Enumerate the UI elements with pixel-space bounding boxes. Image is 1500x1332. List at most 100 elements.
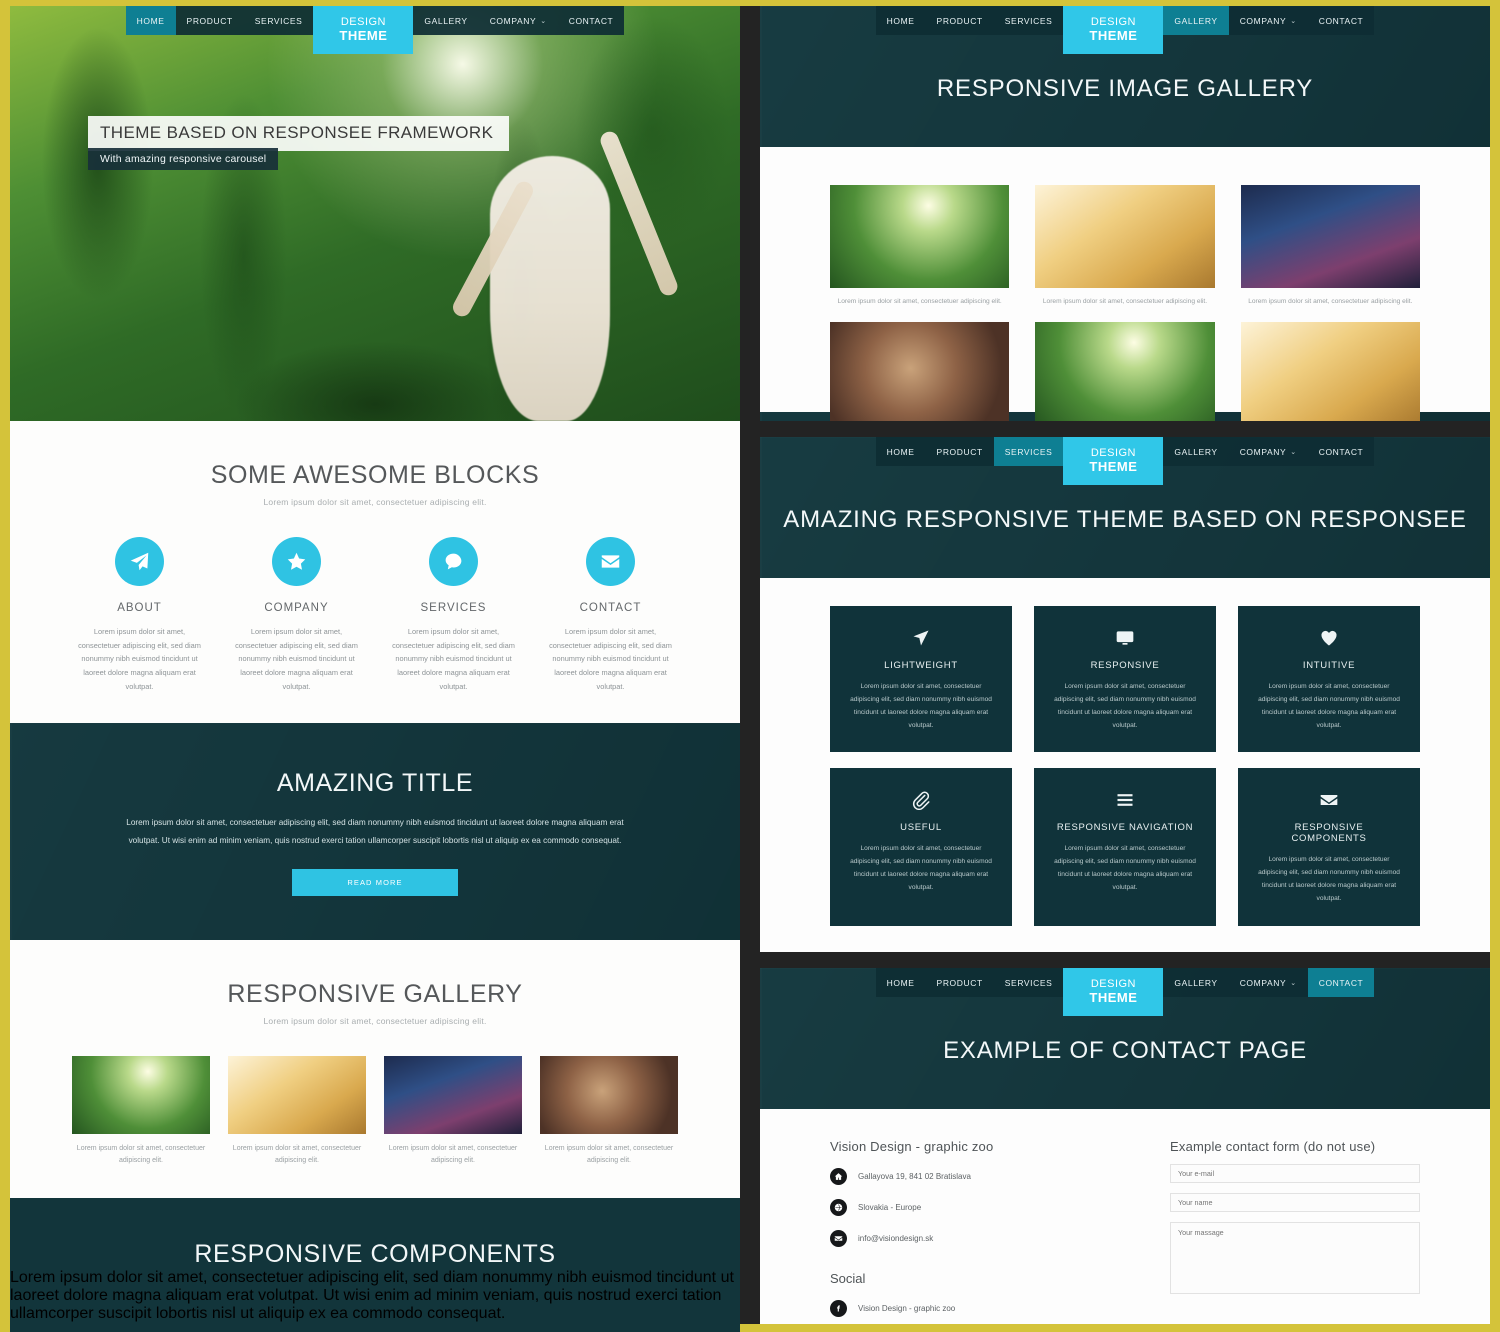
gallery-caption: Lorem ipsum dolor sit amet, consectetuer… [232, 1144, 362, 1165]
gallery-image-room[interactable] [1035, 185, 1215, 288]
gallery-item[interactable] [1240, 321, 1420, 421]
amazing-text: Lorem ipsum dolor sit amet, consectetuer… [126, 818, 624, 845]
contact-email-row[interactable]: info@visiondesign.sk [830, 1230, 1130, 1247]
gallery-item[interactable] [830, 321, 1010, 421]
gallery-caption: Lorem ipsum dolor sit amet, consectetuer… [837, 298, 1002, 305]
paper-plane-icon [115, 537, 164, 586]
main-navigation[interactable]: HOME PRODUCT SERVICES DESIGN THEME GALLE… [10, 6, 740, 54]
gallery-navigation[interactable]: HOME PRODUCT SERVICES DESIGN THEME GALLE… [760, 6, 1490, 54]
nav-item-contact[interactable]: CONTACT [1307, 968, 1375, 997]
gallery-image-forest[interactable] [830, 185, 1010, 288]
gallery-item[interactable]: Lorem ipsum dolor sit amet, consectetuer… [72, 1055, 210, 1168]
gallery-image-man[interactable] [540, 1055, 678, 1134]
nav-item-product[interactable]: PRODUCT [926, 6, 994, 35]
nav-item-gallery[interactable]: GALLERY [1163, 437, 1228, 466]
facebook-icon [830, 1300, 847, 1317]
site-logo[interactable]: DESIGN THEME [1063, 968, 1164, 1016]
awesome-blocks-section: SOME AWESOME BLOCKS Lorem ipsum dolor si… [10, 421, 740, 724]
gallery-image-man[interactable] [830, 321, 1010, 421]
message-field[interactable] [1170, 1222, 1420, 1294]
nav-item-services[interactable]: SERVICES [994, 968, 1064, 997]
right-page-previews: HOME PRODUCT SERVICES DESIGN THEME GALLE… [760, 6, 1490, 1324]
envelope-icon [586, 537, 635, 586]
gallery-image-room-2[interactable] [1240, 321, 1420, 421]
hero-section: HOME PRODUCT SERVICES DESIGN THEME GALLE… [10, 6, 740, 421]
blocks-title: SOME AWESOME BLOCKS [210, 461, 540, 489]
gallery-item[interactable]: Lorem ipsum dolor sit amet, consectetuer… [384, 1055, 522, 1168]
nav-item-gallery[interactable]: GALLERY [413, 6, 478, 35]
nav-item-home[interactable]: HOME [125, 6, 176, 35]
logo-line-1: DESIGN [1090, 16, 1137, 29]
hero-headline: THEME BASED ON RESPONSEE FRAMEWORK [88, 116, 510, 151]
card-title: INTUITIVE [1302, 660, 1356, 671]
contact-region: Slovakia - Europe [858, 1203, 922, 1212]
nav-item-home[interactable]: HOME [876, 437, 926, 466]
envelope-icon [1256, 788, 1402, 812]
card-text: Lorem ipsum dolor sit amet, consectetuer… [1258, 856, 1400, 902]
nav-item-company[interactable]: COMPANY ⌄ [1229, 437, 1308, 466]
gallery-image-forest[interactable] [72, 1055, 210, 1134]
logo-line-2: THEME [1089, 458, 1138, 474]
contact-info: Vision Design - graphic zoo Gallayova 19… [830, 1139, 1130, 1324]
gallery-image-room[interactable] [228, 1055, 366, 1134]
gallery-image-city[interactable] [1240, 185, 1420, 288]
gallery-caption: Lorem ipsum dolor sit amet, consectetuer… [1042, 298, 1208, 305]
gallery-item[interactable]: Lorem ipsum dolor sit amet, consectetuer… [1240, 185, 1420, 308]
nav-item-product[interactable]: PRODUCT [926, 968, 994, 997]
feature-card-useful[interactable]: USEFUL Lorem ipsum dolor sit amet, conse… [830, 768, 1012, 926]
site-logo[interactable]: DESIGN THEME [1063, 437, 1164, 485]
feature-card-intuitive[interactable]: INTUITIVE Lorem ipsum dolor sit amet, co… [1238, 606, 1420, 753]
hamburger-icon [1052, 788, 1198, 812]
nav-item-company[interactable]: COMPANY ⌄ [1229, 968, 1308, 997]
gallery-image-city[interactable] [384, 1055, 522, 1134]
feature-card-responsive-components[interactable]: RESPONSIVE COMPONENTS Lorem ipsum dolor … [1238, 768, 1420, 926]
gallery-item[interactable]: Lorem ipsum dolor sit amet, consectetuer… [228, 1055, 366, 1168]
hero-arm-right [597, 128, 681, 299]
responsive-gallery-section: RESPONSIVE GALLERY Lorem ipsum dolor sit… [10, 939, 740, 1199]
social-row-facebook-1[interactable]: Vision Design - graphic zoo [830, 1300, 1130, 1317]
nav-item-home[interactable]: HOME [876, 968, 926, 997]
components-title: RESPONSIVE COMPONENTS [194, 1240, 556, 1269]
site-logo[interactable]: DESIGN THEME [313, 6, 414, 54]
card-title: USEFUL [900, 822, 942, 834]
nav-item-services[interactable]: SERVICES [993, 437, 1064, 466]
nav-item-home[interactable]: HOME [876, 6, 926, 35]
read-more-button[interactable]: READ MORE [292, 868, 458, 896]
contact-navigation[interactable]: HOME PRODUCT SERVICES DESIGN THEME GALLE… [760, 968, 1490, 1016]
nav-item-services[interactable]: SERVICES [994, 6, 1064, 35]
feature-card-responsive-navigation[interactable]: RESPONSIVE NAVIGATION Lorem ipsum dolor … [1034, 768, 1216, 926]
nav-item-contact[interactable]: CONTACT [558, 6, 625, 35]
envelope-icon [830, 1230, 847, 1247]
gallery-item[interactable]: Lorem ipsum dolor sit amet, consectetuer… [830, 185, 1010, 308]
gallery-item[interactable] [1035, 321, 1215, 421]
nav-item-gallery[interactable]: GALLERY [1163, 968, 1228, 997]
nav-item-company[interactable]: COMPANY ⌄ [1229, 6, 1308, 35]
block-about[interactable]: ABOUT Lorem ipsum dolor sit amet, consec… [72, 537, 207, 693]
feature-card-lightweight[interactable]: LIGHTWEIGHT Lorem ipsum dolor sit amet, … [830, 606, 1012, 753]
paperclip-icon [848, 788, 994, 812]
nav-item-company[interactable]: COMPANY ⌄ [479, 6, 558, 35]
gallery-item[interactable]: Lorem ipsum dolor sit amet, consectetuer… [540, 1055, 678, 1168]
card-text: Lorem ipsum dolor sit amet, consectetuer… [1054, 845, 1196, 891]
nav-item-gallery[interactable]: GALLERY [1163, 6, 1229, 35]
nav-item-contact[interactable]: CONTACT [1308, 6, 1375, 35]
block-contact[interactable]: CONTACT Lorem ipsum dolor sit amet, cons… [543, 537, 678, 693]
monitor-icon [1052, 626, 1198, 650]
nav-item-product[interactable]: PRODUCT [176, 6, 244, 35]
nav-item-product[interactable]: PRODUCT [926, 437, 994, 466]
feature-card-responsive[interactable]: RESPONSIVE Lorem ipsum dolor sit amet, c… [1034, 606, 1216, 753]
nav-item-services[interactable]: SERVICES [244, 6, 314, 35]
block-services[interactable]: SERVICES Lorem ipsum dolor sit amet, con… [386, 537, 521, 693]
nav-item-contact[interactable]: CONTACT [1308, 437, 1375, 466]
social-heading: Social [830, 1271, 866, 1286]
gallery-caption: Lorem ipsum dolor sit amet, consectetuer… [544, 1144, 674, 1165]
name-field[interactable] [1170, 1193, 1420, 1212]
nav-item-company-label: COMPANY [1239, 15, 1287, 26]
gallery-item[interactable]: Lorem ipsum dolor sit amet, consectetuer… [1035, 185, 1215, 308]
site-logo[interactable]: DESIGN THEME [1063, 6, 1164, 54]
email-field[interactable] [1170, 1164, 1420, 1183]
block-services-label: SERVICES [420, 602, 487, 614]
services-navigation[interactable]: HOME PRODUCT SERVICES DESIGN THEME GALLE… [760, 437, 1490, 485]
block-company[interactable]: COMPANY Lorem ipsum dolor sit amet, cons… [229, 537, 364, 693]
gallery-image-forest-2[interactable] [1035, 321, 1215, 421]
